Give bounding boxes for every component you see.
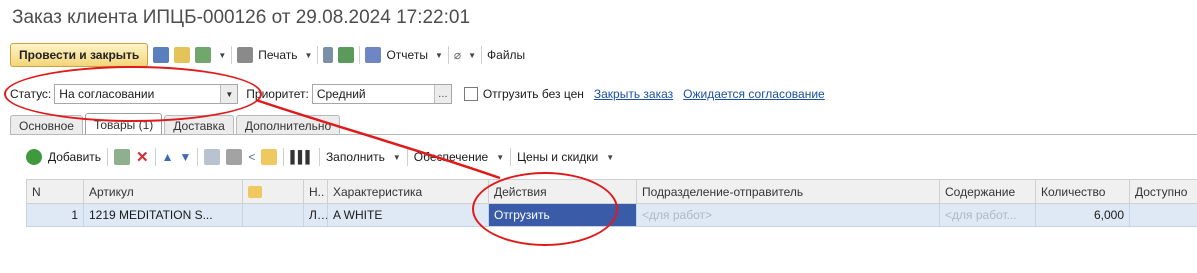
ship-without-prices-label: Отгрузить без цен bbox=[482, 87, 584, 101]
supply-button[interactable]: Обеспечение bbox=[414, 150, 488, 164]
selection-icon[interactable] bbox=[261, 149, 278, 165]
barcode-icon[interactable]: ▌▌▌ bbox=[290, 150, 313, 164]
cell-nomenclature[interactable]: Л.. bbox=[303, 203, 328, 227]
chevron-down-icon[interactable]: ▼ bbox=[435, 51, 443, 60]
reports-button[interactable]: Отчеты bbox=[386, 48, 427, 62]
folder-icon bbox=[248, 186, 262, 199]
share-icon[interactable]: < bbox=[248, 150, 255, 164]
column-header-actions[interactable]: Действия bbox=[488, 179, 637, 204]
cell-content[interactable]: <для работ... bbox=[939, 203, 1036, 227]
separator bbox=[447, 46, 449, 64]
print-icon[interactable] bbox=[237, 47, 254, 63]
ship-without-prices-checkbox[interactable] bbox=[463, 87, 478, 101]
add-icon[interactable] bbox=[26, 149, 42, 165]
awaiting-approval-link[interactable]: Ожидается согласование bbox=[683, 87, 825, 101]
document-title: Заказ клиента ИПЦБ-000126 от 29.08.2024 … bbox=[12, 7, 471, 28]
status-value: На согласовании bbox=[59, 87, 155, 101]
status-row: Статус: На согласовании ▼ Приоритет: Сре… bbox=[10, 83, 825, 105]
edit-icon[interactable] bbox=[338, 47, 355, 63]
column-header-quantity[interactable]: Количество bbox=[1035, 179, 1130, 204]
chevron-down-icon[interactable]: ▼ bbox=[393, 153, 401, 162]
tab-goods[interactable]: Товары (1) bbox=[84, 113, 163, 135]
delete-icon[interactable]: ✕ bbox=[136, 148, 149, 166]
priority-field[interactable]: Средний … bbox=[311, 84, 452, 104]
goods-table: N Артикул Н.. Характеристика Действия По… bbox=[26, 179, 1197, 227]
separator bbox=[231, 46, 233, 64]
files-button[interactable]: Файлы bbox=[487, 48, 525, 62]
post-and-close-button[interactable]: Провести и закрыть bbox=[10, 43, 149, 67]
tab-bar: Основное Товары (1) Доставка Дополнитель… bbox=[10, 113, 341, 135]
column-header-article[interactable]: Артикул bbox=[83, 179, 243, 204]
cell-quantity[interactable]: 6,000 bbox=[1035, 203, 1130, 227]
grid-toolbar: Добавить ✕ ▲ ▼ < ▌▌▌ Заполнить ▼ Обеспече… bbox=[26, 146, 614, 168]
copy-row-icon[interactable] bbox=[114, 149, 131, 165]
tab-main[interactable]: Основное bbox=[10, 115, 83, 135]
separator bbox=[107, 148, 109, 166]
annotation-connector bbox=[255, 98, 501, 180]
separator bbox=[197, 148, 199, 166]
close-order-link[interactable]: Закрыть заказ bbox=[594, 87, 673, 101]
attachment-icon[interactable]: ⌀ bbox=[454, 48, 461, 62]
separator bbox=[154, 148, 156, 166]
column-header-n[interactable]: N bbox=[26, 179, 84, 204]
table-header-row: N Артикул Н.. Характеристика Действия По… bbox=[26, 179, 1197, 204]
cell-available[interactable] bbox=[1129, 203, 1197, 227]
cell-article[interactable]: 1219 MEDITATION S... bbox=[83, 203, 243, 227]
separator bbox=[283, 148, 285, 166]
separator bbox=[406, 148, 408, 166]
column-header-icon[interactable] bbox=[242, 179, 304, 204]
separator bbox=[318, 148, 320, 166]
status-label: Статус: bbox=[10, 87, 52, 101]
priority-label: Приоритет: bbox=[246, 87, 309, 101]
separator bbox=[317, 46, 319, 64]
tab-delivery[interactable]: Доставка bbox=[164, 115, 234, 135]
post-icon[interactable] bbox=[174, 47, 191, 63]
more-icon[interactable]: … bbox=[433, 85, 451, 103]
column-header-nomenclature[interactable]: Н.. bbox=[303, 179, 328, 204]
prices-discounts-button[interactable]: Цены и скидки bbox=[517, 150, 598, 164]
save-icon[interactable] bbox=[153, 47, 170, 63]
move-up-icon[interactable]: ▲ bbox=[162, 150, 174, 164]
chevron-down-icon[interactable]: ▼ bbox=[220, 85, 238, 103]
print-button[interactable]: Печать bbox=[258, 48, 297, 62]
priority-value: Средний bbox=[316, 87, 366, 101]
cell-department[interactable]: <для работ> bbox=[636, 203, 940, 227]
column-header-content[interactable]: Содержание bbox=[939, 179, 1036, 204]
fill-button[interactable]: Заполнить bbox=[326, 150, 385, 164]
cell-characteristic[interactable]: A WHITE bbox=[327, 203, 489, 227]
cell-n[interactable]: 1 bbox=[26, 203, 84, 227]
reports-icon[interactable] bbox=[365, 47, 382, 63]
tab-divider bbox=[10, 134, 1197, 135]
move-down-icon[interactable]: ▼ bbox=[180, 150, 192, 164]
separator bbox=[481, 46, 483, 64]
paste-icon[interactable] bbox=[226, 149, 243, 165]
separator bbox=[359, 46, 361, 64]
chevron-down-icon[interactable]: ▼ bbox=[468, 51, 476, 60]
column-header-available[interactable]: Доступно bbox=[1129, 179, 1197, 204]
separator bbox=[510, 148, 512, 166]
chevron-down-icon[interactable]: ▼ bbox=[606, 153, 614, 162]
copy-icon[interactable] bbox=[204, 149, 221, 165]
cell-icon[interactable] bbox=[242, 203, 304, 227]
column-header-department[interactable]: Подразделение-отправитель bbox=[636, 179, 940, 204]
table-row[interactable]: 1 1219 MEDITATION S... Л.. A WHITE Отгру… bbox=[26, 203, 1197, 227]
chevron-down-icon[interactable]: ▼ bbox=[305, 51, 313, 60]
cell-actions[interactable]: Отгрузить bbox=[488, 203, 637, 227]
document-icon[interactable] bbox=[323, 47, 334, 63]
tab-additional[interactable]: Дополнительно bbox=[235, 115, 341, 135]
chevron-down-icon[interactable]: ▼ bbox=[218, 51, 226, 60]
main-toolbar: Провести и закрыть ▼ Печать ▼ Отчеты ▼ ⌀ ▼ … bbox=[10, 42, 525, 68]
chevron-down-icon[interactable]: ▼ bbox=[496, 153, 504, 162]
create-based-on-icon[interactable] bbox=[195, 47, 212, 63]
add-button[interactable]: Добавить bbox=[48, 150, 101, 164]
status-select[interactable]: На согласовании ▼ bbox=[54, 84, 239, 104]
column-header-characteristic[interactable]: Характеристика bbox=[327, 179, 489, 204]
